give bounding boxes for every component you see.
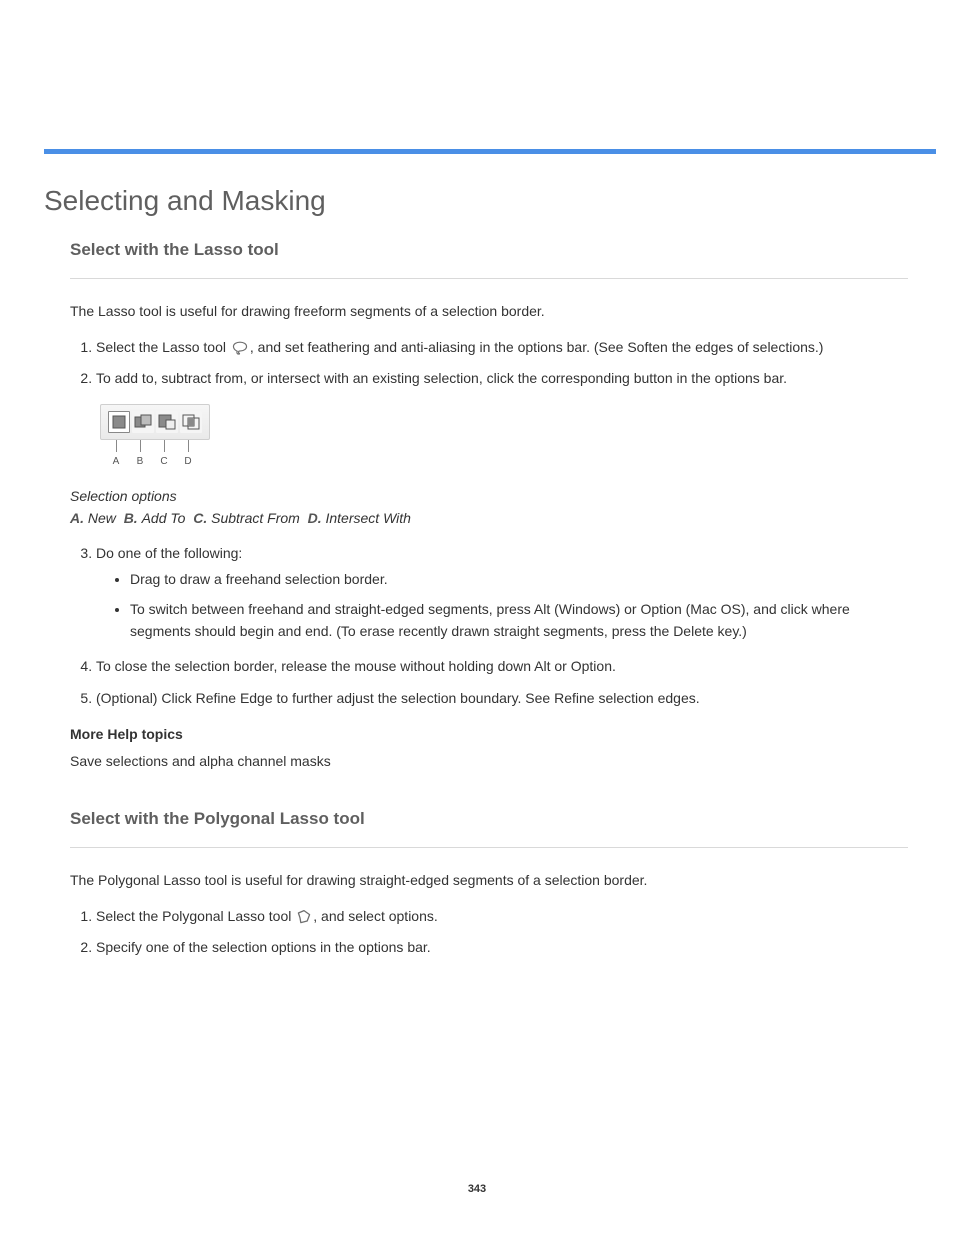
section-divider xyxy=(70,278,908,279)
legend-b: Add To xyxy=(142,510,186,526)
header-rule xyxy=(44,149,936,154)
step-1: Select the Polygonal Lasso tool , and se… xyxy=(96,906,908,928)
palette-label-d: D xyxy=(184,454,191,470)
intersect-with-selection-button[interactable] xyxy=(180,411,202,433)
step-5: (Optional) Click Refine Edge to further … xyxy=(96,688,908,710)
intro-text: The Lasso tool is useful for drawing fre… xyxy=(70,301,908,323)
step-1-post: , and select options. xyxy=(313,908,438,924)
palette-label-b: B xyxy=(137,454,144,470)
steps-list-cont: Do one of the following: Drag to draw a … xyxy=(70,543,908,709)
lasso-icon xyxy=(231,340,249,356)
steps-list: Select the Polygonal Lasso tool , and se… xyxy=(70,906,908,959)
section-polygonal: Select with the Polygonal Lasso tool The… xyxy=(70,809,908,959)
content: Select with the Lasso tool The Lasso too… xyxy=(70,240,908,973)
section-title: Select with the Polygonal Lasso tool xyxy=(70,809,908,829)
legend-d: Intersect With xyxy=(325,510,410,526)
selection-options-figure: A B C D xyxy=(100,404,908,468)
palette-labels: A B C D xyxy=(108,440,220,468)
intro-text: The Polygonal Lasso tool is useful for d… xyxy=(70,870,908,892)
step-1-pre: Select the Lasso tool xyxy=(96,339,226,355)
section-body: The Polygonal Lasso tool is useful for d… xyxy=(70,870,908,959)
palette-caption-label: Selection options xyxy=(70,488,177,504)
step-1-pre: Select the Polygonal Lasso tool xyxy=(96,908,291,924)
section-divider xyxy=(70,847,908,848)
see-also-link[interactable]: Save selections and alpha channel masks xyxy=(70,751,908,773)
palette-caption: Selection options A. New B. Add To C. Su… xyxy=(70,486,908,529)
add-to-selection-button[interactable] xyxy=(132,411,154,433)
page: Selecting and Masking Select with the La… xyxy=(0,0,954,1235)
palette-legend: A. New B. Add To C. Subtract From D. Int… xyxy=(70,510,411,526)
section-lasso: Select with the Lasso tool The Lasso too… xyxy=(70,240,908,773)
step-4: To close the selection border, release t… xyxy=(96,656,908,678)
step-3: Do one of the following: Drag to draw a … xyxy=(96,543,908,642)
new-selection-button[interactable] xyxy=(108,411,130,433)
bullet-2: To switch between freehand and straight-… xyxy=(130,599,908,642)
section-body: The Lasso tool is useful for drawing fre… xyxy=(70,301,908,773)
step-3-lead: Do one of the following: xyxy=(96,545,242,561)
legend-a: New xyxy=(88,510,116,526)
see-also-heading: More Help topics xyxy=(70,724,908,746)
step-1-post: , and set feathering and anti-aliasing i… xyxy=(250,339,824,355)
section-title: Select with the Lasso tool xyxy=(70,240,908,260)
polygonal-lasso-icon xyxy=(296,909,312,925)
page-number: 343 xyxy=(0,1183,954,1195)
steps-list: Select the Lasso tool , and set featheri… xyxy=(70,337,908,390)
subtract-from-selection-button[interactable] xyxy=(156,411,178,433)
palette-label-a: A xyxy=(113,454,120,470)
step-2: To add to, subtract from, or intersect w… xyxy=(96,368,908,390)
palette-label-c: C xyxy=(160,454,167,470)
bullet-1: Drag to draw a freehand selection border… xyxy=(130,569,908,591)
step-2: Specify one of the selection options in … xyxy=(96,937,908,959)
step-3-bullets: Drag to draw a freehand selection border… xyxy=(96,569,908,642)
page-title: Selecting and Masking xyxy=(44,185,326,217)
step-1: Select the Lasso tool , and set featheri… xyxy=(96,337,908,359)
selection-options-bar xyxy=(100,404,210,440)
legend-c: Subtract From xyxy=(211,510,300,526)
